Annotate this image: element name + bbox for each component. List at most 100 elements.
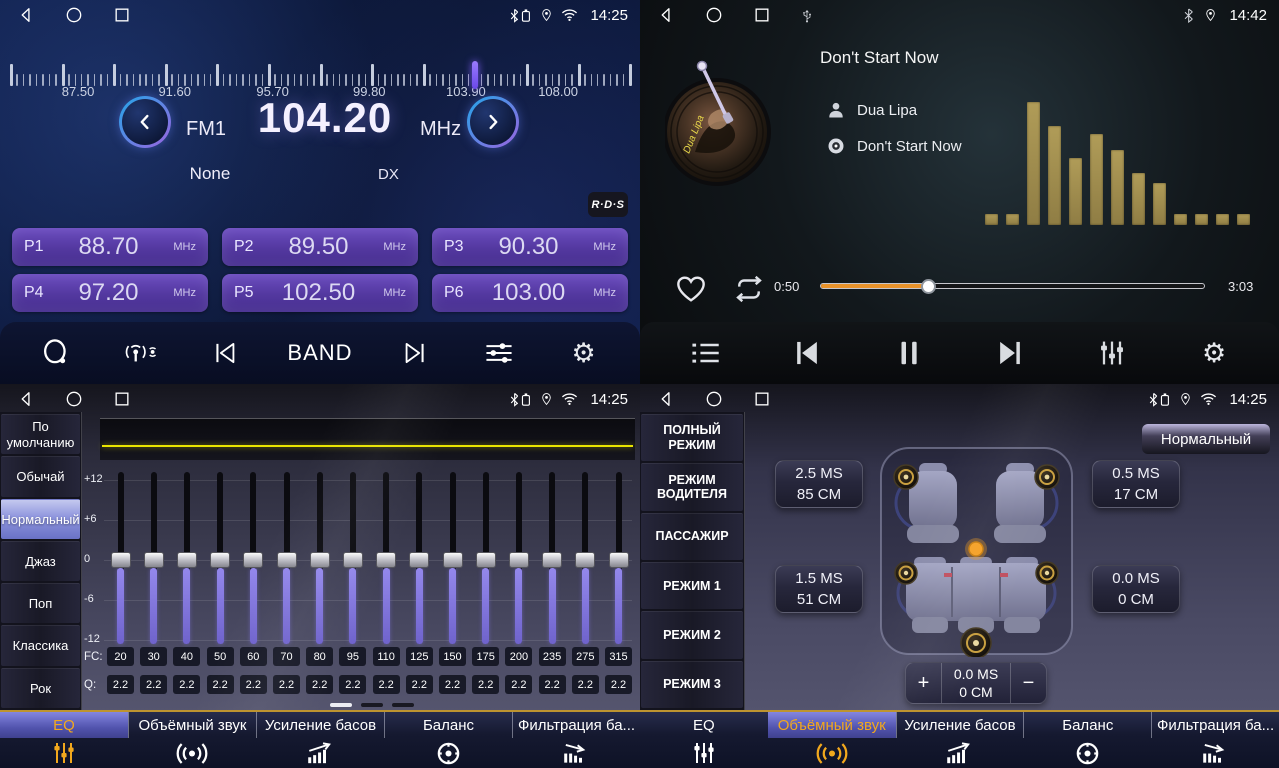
fc-value-chip[interactable]: 110	[373, 647, 400, 666]
playlist-button[interactable]	[682, 330, 728, 376]
eq-band-slider[interactable]	[542, 472, 562, 644]
recents-icon[interactable]	[112, 389, 132, 409]
q-value-chip[interactable]: 2.2	[173, 675, 200, 694]
band-button[interactable]: BAND	[287, 330, 352, 376]
q-value-chip[interactable]: 2.2	[406, 675, 433, 694]
preset-button[interactable]: P289.50MHz	[222, 228, 418, 266]
tab-surround[interactable]: Объёмный звук	[768, 712, 896, 768]
fc-value-chip[interactable]: 275	[572, 647, 599, 666]
eq-band-slider[interactable]	[177, 472, 197, 644]
seek-bar[interactable]	[820, 283, 1205, 289]
preset-button[interactable]: P497.20MHz	[12, 274, 208, 312]
rear-right-delay-button[interactable]: 0.0 MS 0 CM	[1092, 565, 1180, 613]
back-icon[interactable]	[656, 389, 676, 409]
preset-button[interactable]: P390.30MHz	[432, 228, 628, 266]
slider-handle[interactable]	[376, 552, 396, 568]
slider-handle[interactable]	[310, 552, 330, 568]
preset-button[interactable]: P5102.50MHz	[222, 274, 418, 312]
slider-handle[interactable]	[111, 552, 131, 568]
front-left-delay-button[interactable]: 2.5 MS 85 CM	[775, 460, 863, 508]
back-icon[interactable]	[16, 5, 36, 25]
q-value-chip[interactable]: 2.2	[140, 675, 167, 694]
fc-value-chip[interactable]: 235	[539, 647, 566, 666]
recents-icon[interactable]	[112, 5, 132, 25]
eq-preset-item[interactable]: Поп	[1, 583, 80, 623]
q-value-chip[interactable]: 2.2	[472, 675, 499, 694]
increase-delay-button[interactable]: +	[906, 663, 941, 703]
tab-filter[interactable]: Фильтрация ба...	[1151, 712, 1279, 768]
tab-eq[interactable]: EQ	[0, 712, 128, 768]
eq-band-slider[interactable]	[310, 472, 330, 644]
q-value-chip[interactable]: 2.2	[439, 675, 466, 694]
eq-preset-item[interactable]: Обычай	[1, 456, 80, 496]
fc-value-chip[interactable]: 30	[140, 647, 167, 666]
equalizer-button[interactable]	[476, 330, 522, 376]
tune-up-button[interactable]	[467, 96, 519, 148]
slider-handle[interactable]	[542, 552, 562, 568]
eq-band-slider[interactable]	[210, 472, 230, 644]
q-value-chip[interactable]: 2.2	[505, 675, 532, 694]
page-dot[interactable]	[361, 703, 383, 707]
position-preset-badge[interactable]: Нормальный	[1142, 424, 1270, 454]
preset-button[interactable]: P188.70MHz	[12, 228, 208, 266]
next-station-button[interactable]	[391, 330, 437, 376]
eq-preset-item[interactable]: Классика	[1, 625, 80, 665]
recents-icon[interactable]	[752, 5, 772, 25]
q-value-chip[interactable]: 2.2	[605, 675, 632, 694]
eq-band-slider[interactable]	[409, 472, 429, 644]
tab-balance[interactable]: Баланс	[1023, 712, 1151, 768]
eq-preset-item[interactable]: Джаз	[1, 541, 80, 581]
fc-value-chip[interactable]: 95	[339, 647, 366, 666]
eq-preset-item[interactable]: Нормальный	[1, 499, 80, 539]
q-value-chip[interactable]: 2.2	[273, 675, 300, 694]
eq-preset-item[interactable]: Рок	[1, 668, 80, 708]
q-value-chip[interactable]: 2.2	[339, 675, 366, 694]
mode-item[interactable]: РЕЖИМ ВОДИТЕЛЯ	[641, 463, 743, 510]
broadcast-button[interactable]	[118, 330, 164, 376]
recents-icon[interactable]	[752, 389, 772, 409]
fc-value-chip[interactable]: 125	[406, 647, 433, 666]
tune-down-button[interactable]	[119, 96, 171, 148]
settings-button[interactable]: ⚙	[561, 330, 607, 376]
eq-band-slider[interactable]	[509, 472, 529, 644]
seat-map[interactable]	[878, 445, 1075, 662]
settings-button[interactable]: ⚙	[1191, 330, 1237, 376]
slider-handle[interactable]	[177, 552, 197, 568]
q-value-chip[interactable]: 2.2	[207, 675, 234, 694]
eq-band-slider[interactable]	[343, 472, 363, 644]
q-value-chip[interactable]: 2.2	[572, 675, 599, 694]
slider-handle[interactable]	[509, 552, 529, 568]
scan-button[interactable]	[33, 330, 79, 376]
fc-value-chip[interactable]: 315	[605, 647, 632, 666]
slider-handle[interactable]	[343, 552, 363, 568]
tab-bass-boost[interactable]: Усиление басов	[896, 712, 1024, 768]
slider-handle[interactable]	[476, 552, 496, 568]
eq-band-slider[interactable]	[575, 472, 595, 644]
slider-handle[interactable]	[575, 552, 595, 568]
slider-handle[interactable]	[144, 552, 164, 568]
tab-bass-boost[interactable]: Усиление басов	[256, 712, 384, 768]
mode-item[interactable]: ПОЛНЫЙ РЕЖИМ	[641, 414, 743, 461]
home-icon[interactable]	[64, 5, 84, 25]
q-value-chip[interactable]: 2.2	[539, 675, 566, 694]
slider-handle[interactable]	[409, 552, 429, 568]
fc-value-chip[interactable]: 40	[173, 647, 200, 666]
eq-band-slider[interactable]	[111, 472, 131, 644]
slider-handle[interactable]	[243, 552, 263, 568]
back-icon[interactable]	[16, 389, 36, 409]
mode-item[interactable]: РЕЖИМ 2	[641, 611, 743, 658]
home-icon[interactable]	[704, 5, 724, 25]
prev-station-button[interactable]	[203, 330, 249, 376]
equalizer-button[interactable]	[1089, 330, 1135, 376]
tab-balance[interactable]: Баланс	[384, 712, 512, 768]
previous-track-button[interactable]	[784, 330, 830, 376]
eq-band-slider[interactable]	[376, 472, 396, 644]
fc-value-chip[interactable]: 60	[240, 647, 267, 666]
pause-button[interactable]	[886, 330, 932, 376]
eq-band-slider[interactable]	[243, 472, 263, 644]
q-value-chip[interactable]: 2.2	[373, 675, 400, 694]
q-value-chip[interactable]: 2.2	[306, 675, 333, 694]
eq-preset-item[interactable]: По умолчанию	[1, 414, 80, 454]
fc-value-chip[interactable]: 200	[505, 647, 532, 666]
slider-handle[interactable]	[609, 552, 629, 568]
